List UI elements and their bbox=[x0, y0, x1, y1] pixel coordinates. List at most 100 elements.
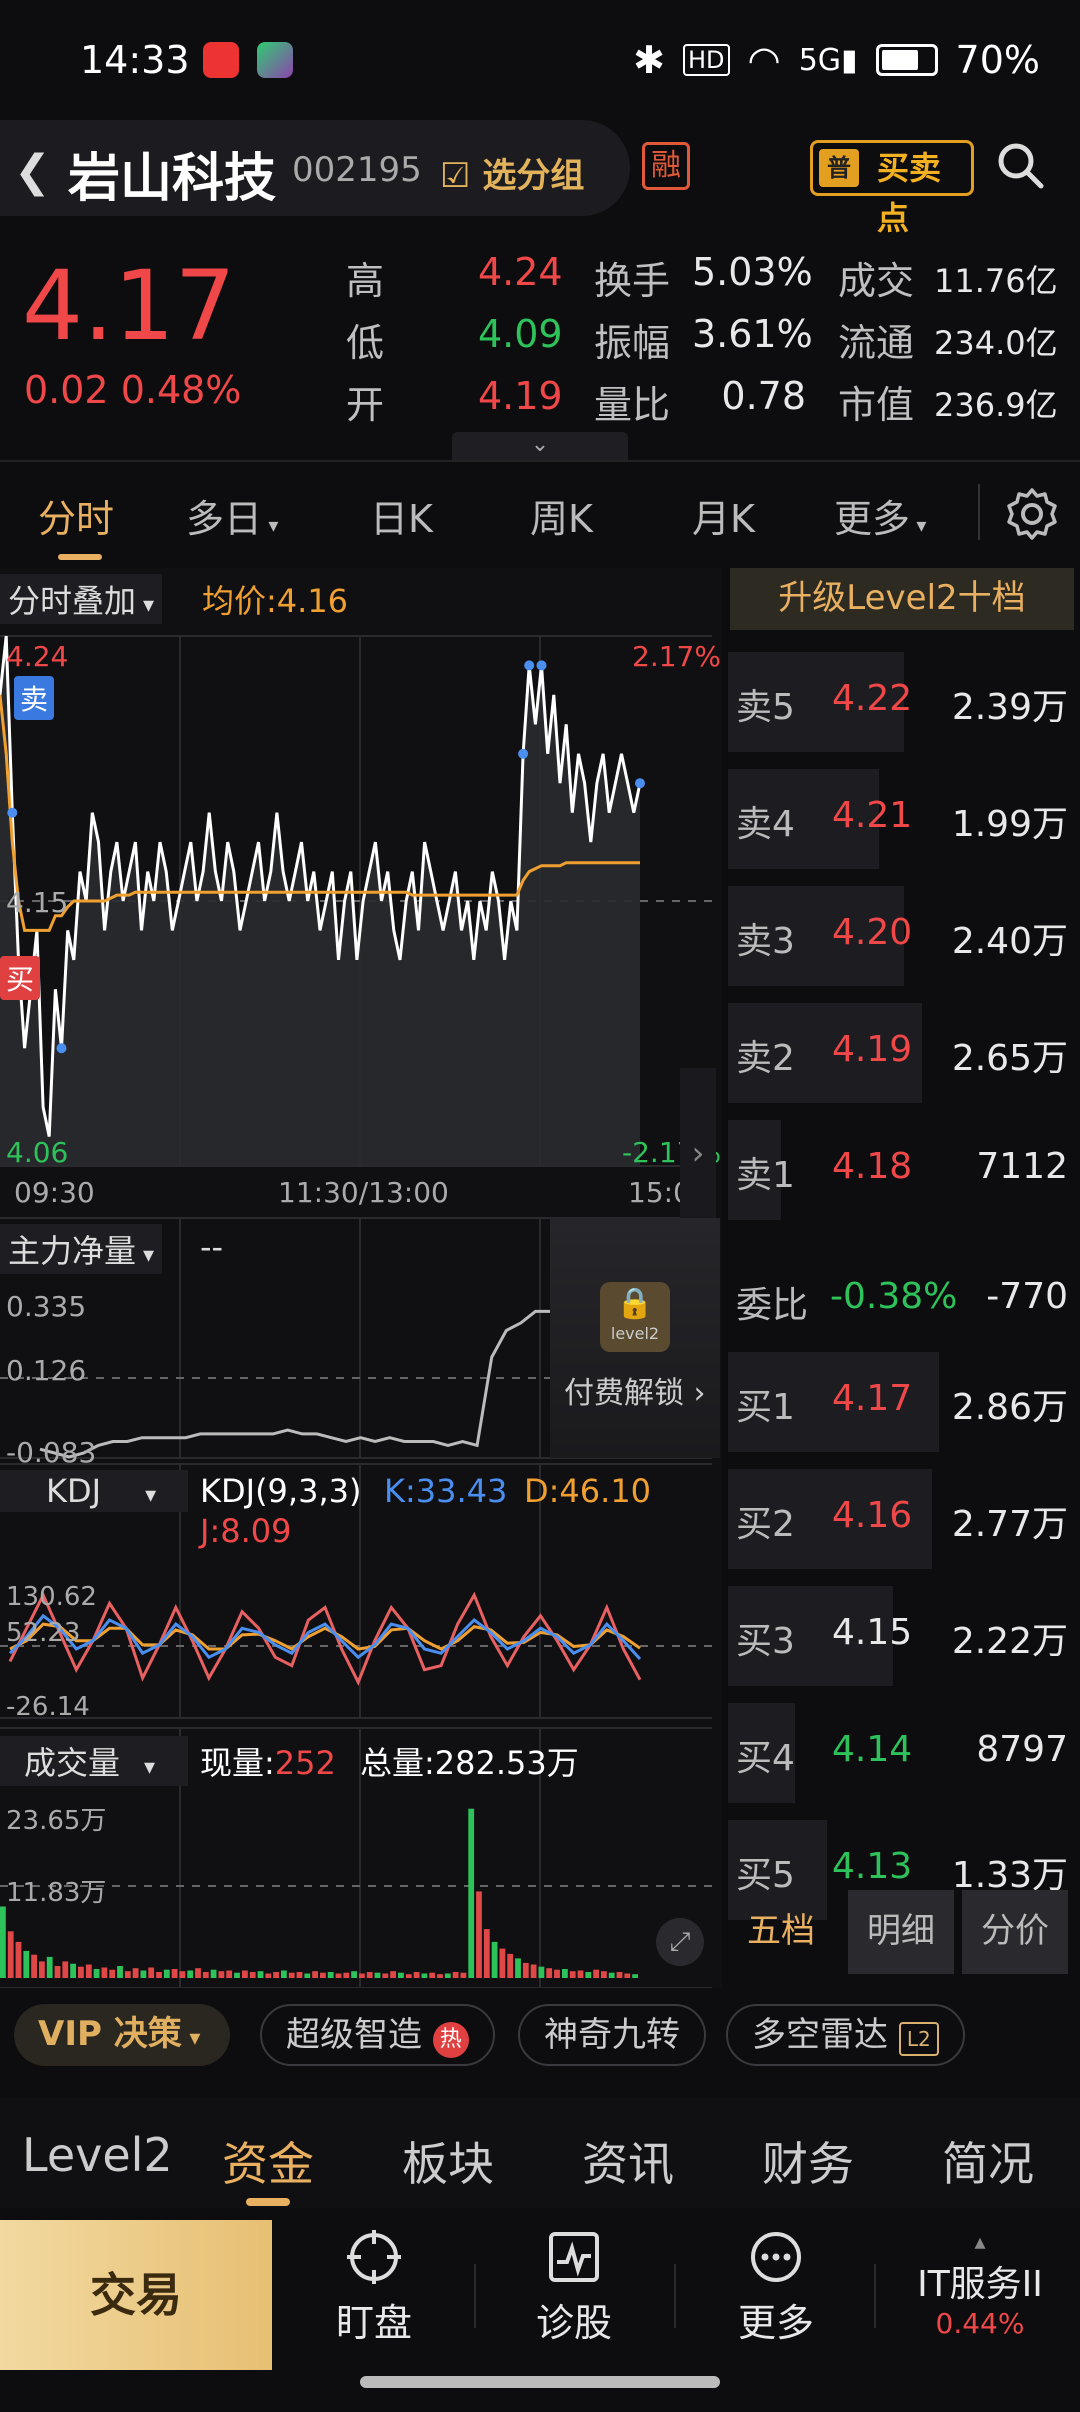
tab-more-label: 更多 bbox=[834, 497, 911, 541]
bid-row[interactable]: 买2 4.16 2.77万 bbox=[728, 1465, 1080, 1575]
bid-price: 4.15 bbox=[832, 1612, 913, 1653]
tab-financials[interactable]: 财务 bbox=[762, 2128, 854, 2194]
bid-row[interactable]: 买3 4.15 2.22万 bbox=[728, 1582, 1080, 1692]
ask-row[interactable]: 卖3 4.20 2.40万 bbox=[728, 882, 1080, 992]
volume-bar bbox=[78, 1966, 84, 1978]
ask-row[interactable]: 卖4 4.21 1.99万 bbox=[728, 765, 1080, 875]
volume-bar bbox=[320, 1972, 326, 1978]
group-button[interactable]: ☑ 选分组 bbox=[440, 148, 584, 197]
stat-label: 换手 bbox=[594, 259, 671, 303]
lock-badge: level2 bbox=[610, 1324, 660, 1343]
tab-overview[interactable]: 简况 bbox=[942, 2128, 1034, 2194]
volume-bar bbox=[218, 1971, 225, 1978]
nav-diagnose-label: 诊股 bbox=[535, 2301, 612, 2345]
y-tick-high: 4.24 bbox=[6, 640, 69, 673]
kdj-params: KDJ(9,3,3) bbox=[200, 1472, 362, 1510]
volume-bar bbox=[421, 1973, 428, 1978]
tab-intraday[interactable]: 分时 bbox=[38, 488, 114, 543]
fullscreen-icon[interactable]: ⤢ bbox=[656, 1918, 704, 1966]
vip-decision-button[interactable]: VIP 决策 ▾ bbox=[14, 2004, 230, 2066]
trade-button[interactable]: 交易 bbox=[0, 2220, 272, 2370]
bid-row[interactable]: 买4 4.14 8797 bbox=[728, 1699, 1080, 1809]
expand-chevron-icon[interactable]: ⌄ bbox=[452, 432, 628, 460]
chart-panel[interactable]: 分时叠加 ▾ 均价:4.16 4.24 2.17% 4.15 4.06 -2.1… bbox=[0, 568, 722, 1988]
tab-sectors[interactable]: 板块 bbox=[402, 2128, 494, 2194]
bid-level: 买2 bbox=[736, 1504, 795, 1545]
order-ratio-diff: -770 bbox=[986, 1276, 1068, 1317]
back-icon[interactable]: ❮ bbox=[14, 146, 51, 197]
chip-super-manufacturing[interactable]: 超级智造 热 bbox=[260, 2004, 495, 2066]
order-ratio-pct: -0.38% bbox=[830, 1276, 958, 1317]
kdj-selector[interactable]: KDJ ▾ bbox=[0, 1470, 188, 1512]
ask-volume: 2.40万 bbox=[951, 921, 1068, 962]
overlay-selector[interactable]: 分时叠加 ▾ bbox=[0, 574, 163, 624]
volume-bar bbox=[351, 1971, 357, 1978]
tab-monthly-k[interactable]: 月K bbox=[692, 488, 755, 543]
buy-sell-points-button[interactable]: 普 买卖点 bbox=[810, 140, 974, 237]
nav-diagnose[interactable]: 诊股 bbox=[504, 2230, 644, 2347]
net-flow-selector[interactable]: 主力净量 ▾ bbox=[0, 1224, 163, 1274]
bid-price: 4.14 bbox=[832, 1729, 913, 1770]
nav-watch[interactable]: 盯盘 bbox=[304, 2230, 444, 2347]
level2-lock-overlay[interactable]: 🔒 level2 付费解锁 › bbox=[550, 1218, 720, 1458]
volume-label: 成交量 bbox=[24, 1744, 121, 1782]
net-flow-value: -- bbox=[200, 1228, 224, 1266]
ask-price: 4.22 bbox=[832, 678, 913, 719]
tab-funds[interactable]: 资金 bbox=[222, 2128, 314, 2194]
tab-multi-day[interactable]: 多日 ▾ bbox=[186, 488, 278, 543]
volume-bar bbox=[195, 1968, 201, 1978]
chip-long-short-radar[interactable]: 多空雷达 L2 bbox=[726, 2004, 965, 2066]
y-tick: -26.14 bbox=[6, 1692, 90, 1722]
tab-details[interactable]: 明细 bbox=[848, 1890, 954, 1974]
tab-more[interactable]: 更多 ▾ bbox=[834, 488, 926, 543]
sector-indicator[interactable]: ▴ IT服务II 0.44% bbox=[900, 2230, 1060, 2340]
volume-bar bbox=[234, 1972, 240, 1978]
gear-icon[interactable] bbox=[1002, 484, 1062, 544]
ask-row[interactable]: 卖2 4.19 2.65万 bbox=[728, 999, 1080, 1109]
kdj-j-value: J:8.09 bbox=[200, 1512, 292, 1550]
active-tab-indicator bbox=[246, 2198, 290, 2206]
tab-daily-k[interactable]: 日K bbox=[370, 488, 433, 543]
tab-price-distribution[interactable]: 分价 bbox=[962, 1890, 1068, 1974]
l2-badge: L2 bbox=[898, 2022, 939, 2056]
ask-row[interactable]: 卖5 4.22 2.39万 bbox=[728, 648, 1080, 758]
vip-label: VIP 决策 bbox=[38, 2014, 182, 2054]
volume-bar bbox=[585, 1972, 592, 1978]
ask-row[interactable]: 卖1 4.18 7112 bbox=[728, 1116, 1080, 1226]
crosshair-icon bbox=[347, 2230, 401, 2284]
chevron-right-icon[interactable]: › bbox=[680, 1068, 716, 1238]
home-indicator[interactable] bbox=[360, 2376, 720, 2388]
kdj-d-value: D:46.10 bbox=[524, 1472, 652, 1510]
chip-magic-nine[interactable]: 神奇九转 bbox=[518, 2004, 706, 2066]
tab-news[interactable]: 资讯 bbox=[582, 2128, 674, 2194]
tab-level2[interactable]: Level2 bbox=[22, 2128, 173, 2182]
volume-bar bbox=[31, 1954, 37, 1978]
volume-selector[interactable]: 成交量 ▾ bbox=[0, 1736, 188, 1786]
sell-marker[interactable]: 卖 bbox=[14, 676, 55, 720]
stat-label: 流通 bbox=[838, 321, 915, 365]
bid-volume: 2.86万 bbox=[951, 1387, 1068, 1428]
tab-five-levels[interactable]: 五档 bbox=[728, 1890, 834, 1974]
hd-icon: HD bbox=[682, 44, 730, 76]
info-tabs: Level2 资金 板块 资讯 财务 简况 bbox=[0, 2098, 1080, 2208]
y-tick: 52.23 bbox=[6, 1618, 81, 1648]
upgrade-level2-button[interactable]: 升级Level2十档 bbox=[730, 568, 1074, 630]
volume-bar bbox=[569, 1971, 576, 1978]
margin-badge[interactable]: 融 bbox=[642, 142, 690, 190]
nav-more[interactable]: 更多 bbox=[706, 2230, 846, 2347]
search-icon[interactable] bbox=[995, 140, 1045, 190]
volume-bar bbox=[62, 1961, 69, 1978]
volume-bar bbox=[242, 1970, 248, 1978]
volume-bar bbox=[538, 1966, 545, 1978]
volume-bar bbox=[202, 1972, 209, 1978]
bid-row[interactable]: 买1 4.17 2.86万 bbox=[728, 1348, 1080, 1458]
volume-bar bbox=[359, 1973, 365, 1978]
volume-bar bbox=[163, 1969, 170, 1978]
tab-weekly-k[interactable]: 周K bbox=[530, 488, 593, 543]
stat-value: 0.78 bbox=[721, 374, 806, 418]
buy-marker[interactable]: 买 bbox=[0, 956, 41, 1000]
kdj-j-line bbox=[8, 1591, 642, 1686]
volume-bar bbox=[281, 1970, 287, 1978]
divider bbox=[674, 2264, 676, 2328]
pulse-chart-icon bbox=[549, 2232, 599, 2282]
